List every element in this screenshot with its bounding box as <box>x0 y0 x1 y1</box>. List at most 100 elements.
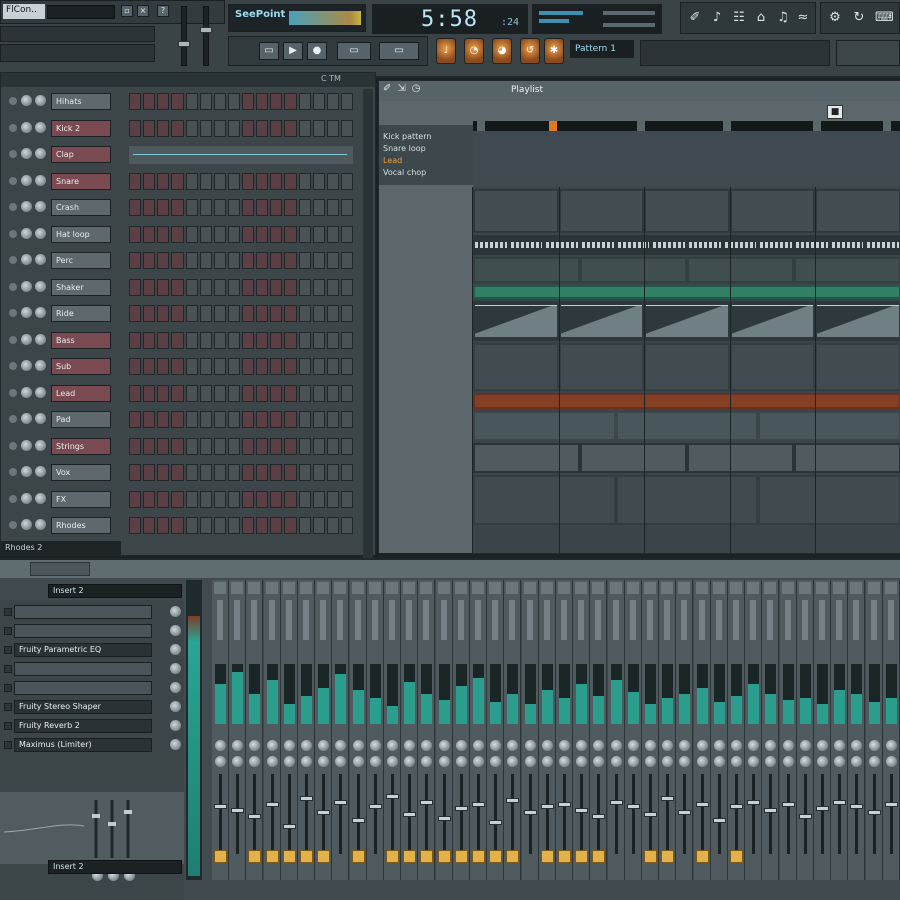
step-button[interactable] <box>171 331 184 349</box>
track-label[interactable]: Lead <box>383 155 469 167</box>
strip-stereo-knob[interactable] <box>610 756 622 767</box>
strip-pan-knob[interactable] <box>765 740 777 751</box>
step-button[interactable] <box>284 252 297 269</box>
step-button[interactable] <box>340 172 353 190</box>
strip-stereo-knob[interactable] <box>438 756 450 767</box>
mixer-strip[interactable] <box>762 580 780 880</box>
countdown-button[interactable]: ◕ <box>492 38 512 64</box>
strip-route-button[interactable] <box>644 850 657 863</box>
step-button[interactable] <box>199 437 212 455</box>
channel-volume-knob[interactable] <box>35 201 46 212</box>
strip-pan-knob[interactable] <box>541 740 553 751</box>
strip-pan-knob[interactable] <box>679 740 691 751</box>
step-button[interactable] <box>199 490 212 508</box>
strip-fader-track[interactable] <box>356 774 360 854</box>
channel-rack-header[interactable]: C TM <box>1 73 375 87</box>
step-button[interactable] <box>326 199 339 216</box>
step-button[interactable] <box>256 384 269 402</box>
step-button[interactable] <box>340 199 353 216</box>
step-button[interactable] <box>129 517 142 534</box>
step-button[interactable] <box>298 172 311 190</box>
step-button[interactable] <box>270 490 283 508</box>
strip-led[interactable] <box>558 582 570 594</box>
strip-led[interactable] <box>730 582 742 594</box>
strip-led[interactable] <box>626 582 639 594</box>
strip-fader-track[interactable] <box>580 774 584 854</box>
metronome-button[interactable]: ♩ <box>436 38 456 64</box>
step-button[interactable] <box>298 199 311 216</box>
channel-pan-knob[interactable] <box>21 413 32 424</box>
strip-pan-knob[interactable] <box>662 740 674 751</box>
pattern-clip[interactable] <box>646 305 728 337</box>
pattern-clip[interactable] <box>617 477 757 523</box>
strip-route-button[interactable] <box>524 850 537 863</box>
step-button[interactable] <box>143 517 156 534</box>
strip-led[interactable] <box>884 582 897 594</box>
channel-name-button[interactable]: Bass <box>51 331 111 349</box>
step-button[interactable] <box>270 119 283 137</box>
step-button[interactable] <box>199 358 212 375</box>
pattern-clip[interactable] <box>817 191 899 231</box>
strip-volume-fader[interactable] <box>850 804 864 809</box>
slot-plugin-name[interactable] <box>14 624 152 638</box>
channel-volume-knob[interactable] <box>35 386 46 398</box>
playlist-icon[interactable]: ✐ <box>687 9 703 27</box>
strip-volume-fader[interactable] <box>231 808 245 813</box>
strip-led[interactable] <box>472 582 484 594</box>
channel-name-button[interactable]: FX <box>51 490 111 508</box>
pattern-clip[interactable] <box>582 445 685 471</box>
step-button[interactable] <box>326 278 339 296</box>
strip-stereo-knob[interactable] <box>524 756 536 767</box>
strip-stereo-knob[interactable] <box>404 756 416 767</box>
step-button[interactable] <box>312 93 325 110</box>
pattern-clip[interactable] <box>831 242 864 248</box>
strip-led[interactable] <box>747 582 760 594</box>
mixer-strip[interactable] <box>452 580 470 880</box>
playlist-lane[interactable] <box>473 189 900 233</box>
strip-route-button[interactable] <box>713 850 726 863</box>
strip-volume-fader[interactable] <box>472 802 485 807</box>
pattern-clip[interactable] <box>731 191 814 231</box>
mixer-strip[interactable] <box>418 580 436 880</box>
strip-pan-knob[interactable] <box>473 740 484 751</box>
step-button[interactable] <box>312 225 325 243</box>
strip-pan-knob[interactable] <box>266 740 278 751</box>
channel-volume-knob[interactable] <box>35 95 46 106</box>
strip-volume-fader[interactable] <box>368 804 382 809</box>
strip-fader-track[interactable] <box>752 774 756 854</box>
strip-led[interactable] <box>609 582 622 594</box>
step-button[interactable] <box>340 464 353 481</box>
slot-plugin-name[interactable] <box>14 681 152 695</box>
step-button[interactable] <box>213 278 226 296</box>
step-button[interactable] <box>199 119 212 137</box>
step-button[interactable] <box>171 464 184 481</box>
step-button[interactable] <box>326 490 339 508</box>
step-button[interactable] <box>270 172 283 190</box>
strip-fader-track[interactable] <box>511 774 515 854</box>
slot-plugin-name[interactable] <box>14 662 152 676</box>
strip-led[interactable] <box>368 582 381 594</box>
step-button[interactable] <box>326 384 339 402</box>
slot-enable-led[interactable] <box>4 665 12 673</box>
strip-pan-knob[interactable] <box>507 740 519 751</box>
strip-route-button[interactable] <box>300 850 313 863</box>
step-button[interactable] <box>256 331 269 349</box>
strip-fader-track[interactable] <box>236 774 240 854</box>
step-button[interactable] <box>199 199 212 216</box>
step-button[interactable] <box>185 331 198 349</box>
strip-pan-knob[interactable] <box>834 740 846 751</box>
step-button[interactable] <box>312 331 325 349</box>
master-volume-slider[interactable] <box>178 6 190 66</box>
mixer-strip[interactable] <box>831 580 849 880</box>
master-pitch-slider[interactable] <box>200 6 212 66</box>
strip-route-button[interactable] <box>282 850 296 863</box>
strip-stereo-knob[interactable] <box>473 756 484 767</box>
step-button[interactable] <box>242 252 255 269</box>
pattern-clip[interactable] <box>582 259 685 281</box>
strip-stereo-knob[interactable] <box>455 756 467 767</box>
slot-mix-knob[interactable] <box>170 644 181 655</box>
channel-mute-led[interactable] <box>9 203 17 211</box>
step-button[interactable] <box>143 437 156 455</box>
mixer-strip[interactable] <box>659 580 677 880</box>
slot-mix-knob[interactable] <box>170 606 181 617</box>
